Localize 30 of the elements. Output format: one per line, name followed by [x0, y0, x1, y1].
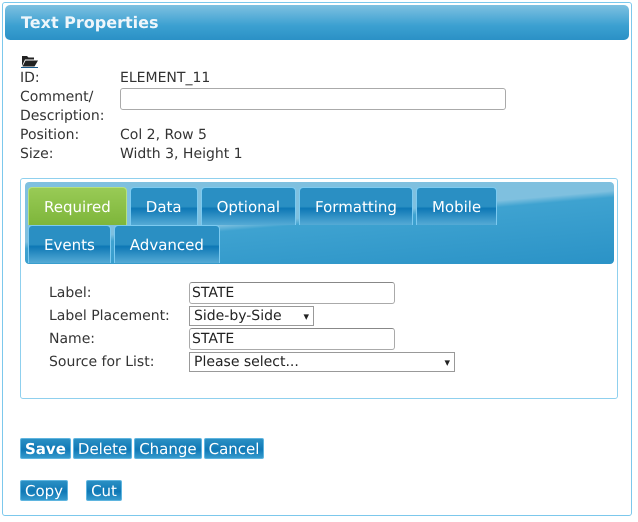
field-label: Source for List:: [49, 353, 156, 372]
tab[interactable]: Mobile: [416, 187, 498, 225]
tab[interactable]: Advanced: [114, 225, 220, 263]
field-label: Comment/ Description:: [20, 88, 106, 126]
action-button[interactable]: Copy: [20, 480, 68, 501]
action-button[interactable]: Delete: [72, 438, 132, 459]
action-button[interactable]: Change: [134, 438, 202, 459]
comment-field[interactable]: [120, 88, 506, 110]
field-value: Width 3, Height 1: [120, 145, 244, 164]
action-button[interactable]: Save: [20, 438, 71, 459]
text-field[interactable]: STATE: [189, 328, 395, 350]
text-field[interactable]: STATE: [189, 282, 395, 304]
window-title: Text Properties: [21, 13, 158, 32]
tab[interactable]: Data: [130, 187, 198, 225]
field-label: Position:: [20, 126, 80, 145]
field-value: ELEMENT_11: [120, 69, 212, 88]
action-button[interactable]: Cancel: [204, 438, 264, 459]
folder-icon[interactable]: [21, 54, 38, 68]
action-button[interactable]: Cut: [86, 480, 122, 501]
tab[interactable]: Formatting: [299, 187, 413, 225]
dropdown[interactable]: Side-by-Side ▾: [189, 306, 314, 326]
field-label: Name:: [49, 330, 96, 349]
field-label: Label:: [49, 284, 92, 303]
field-value: Col 2, Row 5: [120, 126, 208, 145]
dropdown[interactable]: Please select... ▾: [189, 352, 455, 372]
field-label: Label Placement:: [49, 307, 171, 326]
field-label: ID:: [20, 69, 41, 88]
tab[interactable]: Events: [28, 225, 111, 263]
field-label: Size:: [20, 145, 54, 164]
tab[interactable]: Optional: [200, 187, 296, 225]
